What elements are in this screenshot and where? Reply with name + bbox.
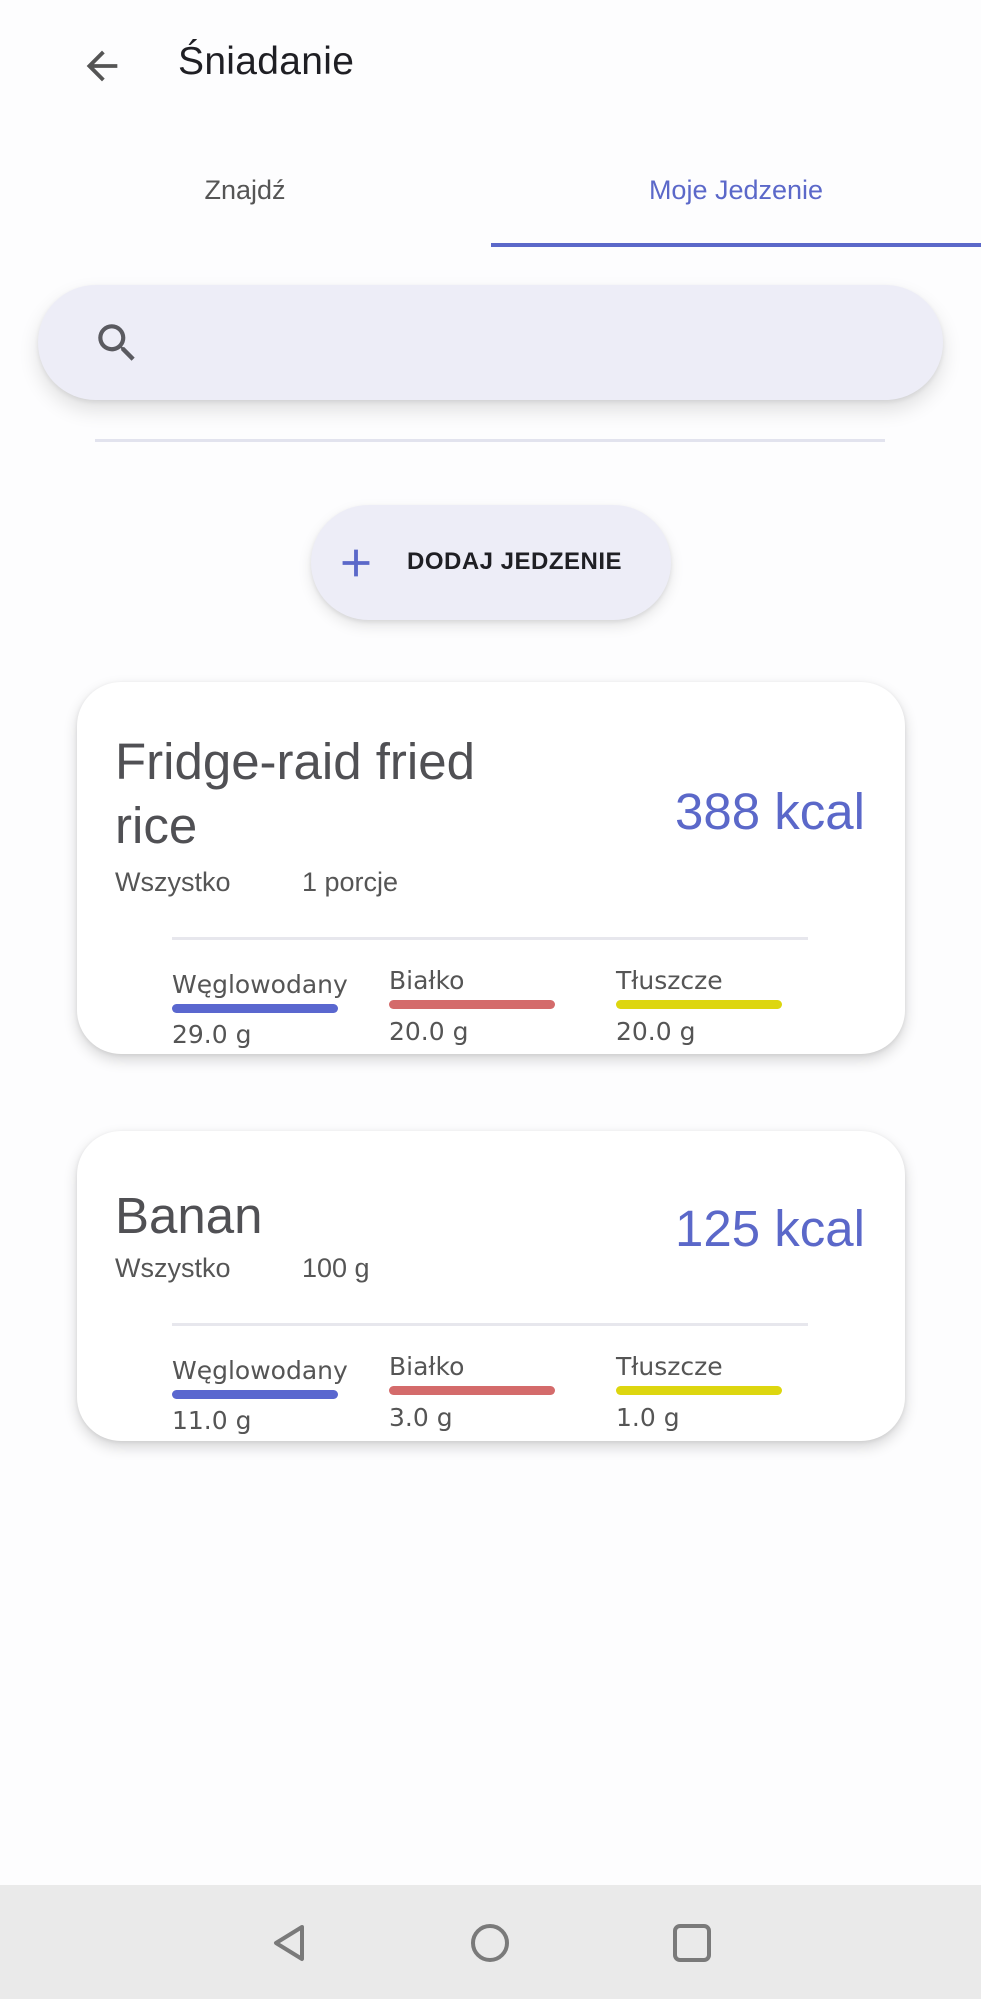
back-button[interactable]: [72, 36, 132, 96]
search-icon: [98, 324, 135, 361]
app-bar: Śniadanie: [0, 0, 981, 135]
food-card[interactable]: Fridge-raid fried rice 388 kcal Wszystko…: [77, 682, 905, 1054]
search-input[interactable]: [158, 310, 898, 375]
fat-bar: [616, 1000, 782, 1009]
nav-back-icon[interactable]: [266, 1919, 314, 1967]
search-bar[interactable]: [38, 285, 943, 400]
carbs-label: Węglowodany: [172, 970, 348, 999]
portion-value: 100 g: [302, 1253, 370, 1283]
food-name: Banan: [115, 1187, 263, 1244]
portion-value: 1 porcje: [302, 867, 399, 897]
search-divider: [95, 439, 885, 442]
protein-bar: [389, 1000, 555, 1009]
protein-label: Białko: [389, 966, 465, 995]
protein-label: Białko: [389, 1352, 465, 1381]
protein-value: 20.0 g: [389, 1017, 469, 1046]
carbs-bar: [172, 1004, 338, 1013]
food-kcal: 388 kcal: [675, 783, 865, 840]
tab-bar: Znajdź Moje Jedzenie: [0, 150, 981, 248]
carbs-label: Węglowodany: [172, 1356, 348, 1385]
nav-home-icon[interactable]: [466, 1919, 514, 1967]
food-name: Fridge-raid fried rice: [115, 733, 475, 854]
fat-label: Tłuszcze: [616, 1352, 723, 1381]
carbs-value: 29.0 g: [172, 1020, 252, 1049]
nav-recents-icon[interactable]: [668, 1919, 716, 1967]
fat-label: Tłuszcze: [616, 966, 723, 995]
fat-value: 1.0 g: [616, 1403, 680, 1432]
carbs-value: 11.0 g: [172, 1406, 252, 1435]
system-nav-bar: [0, 1885, 981, 1999]
tab-my-food[interactable]: Moje Jedzenie: [491, 150, 981, 248]
tab-find[interactable]: Znajdź: [0, 150, 490, 248]
fat-value: 20.0 g: [616, 1017, 696, 1046]
add-food-label: DODAJ JEDZENIE: [407, 548, 623, 575]
carbs-bar: [172, 1390, 338, 1399]
add-food-button[interactable]: DODAJ JEDZENIE: [311, 505, 671, 620]
back-arrow-icon: [86, 50, 118, 82]
tab-active-indicator: [491, 243, 981, 247]
portion-label: Wszystko: [115, 867, 231, 897]
macro-divider: [172, 1323, 808, 1326]
fat-bar: [616, 1386, 782, 1395]
food-kcal: 125 kcal: [675, 1200, 865, 1257]
macro-divider: [172, 937, 808, 940]
plus-icon: [342, 549, 370, 577]
protein-value: 3.0 g: [389, 1403, 453, 1432]
page-title: Śniadanie: [178, 40, 355, 83]
protein-bar: [389, 1386, 555, 1395]
portion-label: Wszystko: [115, 1253, 231, 1283]
food-card[interactable]: Banan 125 kcal Wszystko 100 g Węglowodan…: [77, 1131, 905, 1441]
